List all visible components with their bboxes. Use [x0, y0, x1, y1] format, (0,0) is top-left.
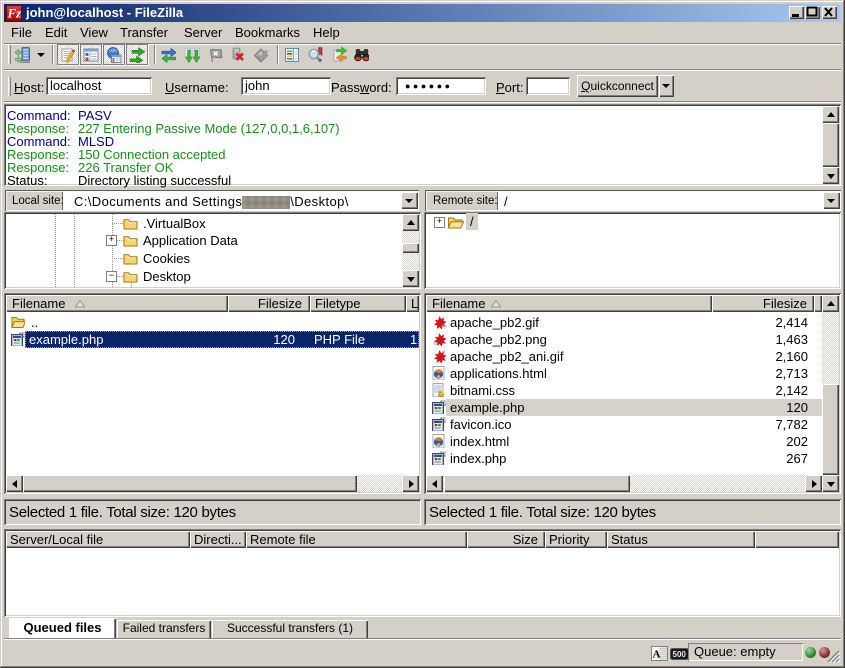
svg-text:500: 500	[673, 650, 687, 659]
svg-text:A: A	[653, 649, 661, 661]
svg-text:Fz: Fz	[7, 6, 23, 21]
